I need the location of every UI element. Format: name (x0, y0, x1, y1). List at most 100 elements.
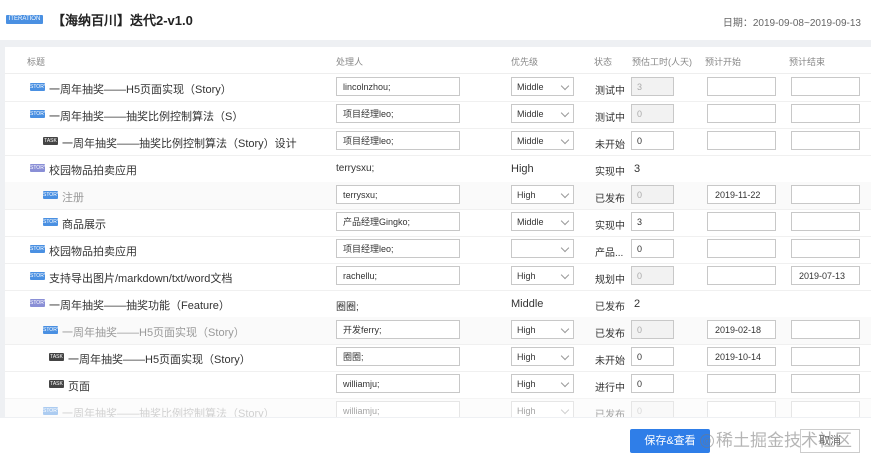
hours-input[interactable]: 0 (631, 401, 674, 417)
start-date-input[interactable] (707, 374, 776, 393)
chevron-down-icon (560, 189, 570, 199)
priority-select[interactable]: Middle (511, 104, 574, 123)
story-badge: STORY (43, 326, 61, 334)
start-date-input[interactable]: 2019-11-22 (707, 185, 776, 204)
handler-input[interactable]: williamju; (336, 401, 460, 417)
end-date-input[interactable] (791, 347, 860, 366)
table-row: STORY 一周年抽奖——抽奖功能（Feature） 圈圈; Middle 已发… (5, 290, 871, 318)
handler-input[interactable]: lincolnzhou; (336, 77, 460, 96)
handler-input[interactable]: 产品经理Gingko; (336, 212, 460, 231)
row-title[interactable]: 一周年抽奖——抽奖功能（Feature） (49, 297, 230, 313)
hours-input[interactable]: 0 (631, 374, 674, 393)
row-title[interactable]: 商品展示 (62, 216, 106, 232)
handler-input[interactable]: 圈圈; (336, 347, 460, 366)
priority-value: Middle (517, 109, 544, 119)
end-date-input[interactable]: 2019-07-13 (791, 266, 860, 285)
hours-input[interactable]: 0 (631, 347, 674, 366)
handler-input[interactable]: 项目经理leo; (336, 131, 460, 150)
priority-select[interactable]: High (511, 266, 574, 285)
page-title: 【海纳百川】迭代2-v1.0 (52, 13, 193, 28)
hours-input[interactable]: 3 (631, 77, 674, 96)
row-title[interactable]: 校园物品拍卖应用 (49, 162, 137, 178)
row-title[interactable]: 一周年抽奖——抽奖比例控制算法（S） (49, 108, 243, 124)
story-badge: STORY (43, 218, 61, 226)
row-title[interactable]: 页面 (68, 378, 90, 394)
priority-select[interactable]: High (511, 320, 574, 339)
start-date-input[interactable] (707, 131, 776, 150)
page-header: ITERATION 【海纳百川】迭代2-v1.0 日期：2019-09-08~2… (0, 0, 871, 40)
row-title[interactable]: 支持导出图片/markdown/txt/word文档 (49, 270, 232, 286)
col-handler: 处理人 (336, 57, 364, 67)
row-title[interactable]: 一周年抽奖——H5页面实现（Story） (68, 351, 251, 367)
task-badge: TASK (49, 380, 64, 388)
table-row: STORY 校园物品拍卖应用 terrysxu; High 实现中 3 (5, 155, 871, 183)
hours-text: 3 (634, 163, 641, 175)
priority-value: Middle (517, 217, 544, 227)
chevron-down-icon (560, 324, 570, 334)
handler-input[interactable]: 项目经理leo; (336, 104, 460, 123)
priority-select[interactable]: High (511, 401, 574, 417)
handler-input[interactable]: 项目经理leo; (336, 239, 460, 258)
row-title[interactable]: 一周年抽奖——H5页面实现（Story） (49, 81, 232, 97)
start-date-input[interactable]: 2019-02-18 (707, 320, 776, 339)
hours-input[interactable]: 0 (631, 104, 674, 123)
priority-value: High (517, 325, 536, 335)
hours-input[interactable]: 0 (631, 320, 674, 339)
end-date-input[interactable] (791, 320, 860, 339)
story-badge: STORY (43, 407, 61, 415)
start-date-input[interactable] (707, 401, 776, 417)
watermark-text: 稀土掘金技术社区 (716, 431, 852, 450)
table-row: STORY 商品展示 产品经理Gingko; Middle 实现中 3 (5, 209, 871, 237)
start-date-input[interactable] (707, 212, 776, 231)
date-range: 日期：2019-09-08~2019-09-13 (722, 18, 861, 29)
priority-value: High (517, 352, 536, 362)
row-title[interactable]: 一周年抽奖——抽奖比例控制算法（Story）设计 (62, 135, 297, 151)
handler-input[interactable]: 开发ferry; (336, 320, 460, 339)
priority-select[interactable]: Middle (511, 77, 574, 96)
watermark: @ 稀土掘金技术社区 (700, 426, 852, 451)
start-date-input[interactable] (707, 77, 776, 96)
end-date-input[interactable] (791, 239, 860, 258)
priority-value: High (517, 379, 536, 389)
priority-value: High (517, 190, 536, 200)
row-title[interactable]: 一周年抽奖——H5页面实现（Story） (62, 324, 245, 340)
row-title[interactable]: 注册 (62, 189, 84, 205)
handler-input[interactable]: rachellu; (336, 266, 460, 285)
start-date-input[interactable]: 2019-10-14 (707, 347, 776, 366)
hours-input[interactable]: 0 (631, 131, 674, 150)
end-date-input[interactable] (791, 185, 860, 204)
hours-input[interactable]: 0 (631, 185, 674, 204)
priority-select[interactable]: Middle (511, 212, 574, 231)
row-title[interactable]: 一周年抽奖——抽奖比例控制算法（Story） (62, 405, 275, 417)
save-and-view-button[interactable]: 保存&查看 (630, 429, 710, 453)
handler-input[interactable]: williamju; (336, 374, 460, 393)
end-date-input[interactable] (791, 401, 860, 417)
start-date-input[interactable] (707, 239, 776, 258)
priority-text: Middle (511, 298, 544, 310)
row-title[interactable]: 校园物品拍卖应用 (49, 243, 137, 259)
chevron-down-icon (560, 243, 570, 253)
hours-input[interactable]: 0 (631, 266, 674, 285)
end-date-input[interactable] (791, 131, 860, 150)
status-text: 规划中 (595, 275, 625, 286)
handler-input[interactable]: terrysxu; (336, 185, 460, 204)
col-priority: 优先级 (511, 57, 539, 67)
hours-input[interactable]: 0 (631, 239, 674, 258)
priority-select[interactable]: High (511, 347, 574, 366)
end-date-input[interactable] (791, 212, 860, 231)
priority-select[interactable] (511, 239, 574, 258)
priority-select[interactable]: Middle (511, 131, 574, 150)
chevron-down-icon (560, 216, 570, 226)
chevron-down-icon (560, 108, 570, 118)
chevron-down-icon (560, 270, 570, 280)
priority-select[interactable]: High (511, 374, 574, 393)
end-date-input[interactable] (791, 104, 860, 123)
hours-input[interactable]: 3 (631, 212, 674, 231)
end-date-input[interactable] (791, 77, 860, 96)
priority-value: Middle (517, 82, 544, 92)
start-date-input[interactable] (707, 266, 776, 285)
priority-select[interactable]: High (511, 185, 574, 204)
col-end: 预计结束 (789, 57, 826, 67)
end-date-input[interactable] (791, 374, 860, 393)
start-date-input[interactable] (707, 104, 776, 123)
